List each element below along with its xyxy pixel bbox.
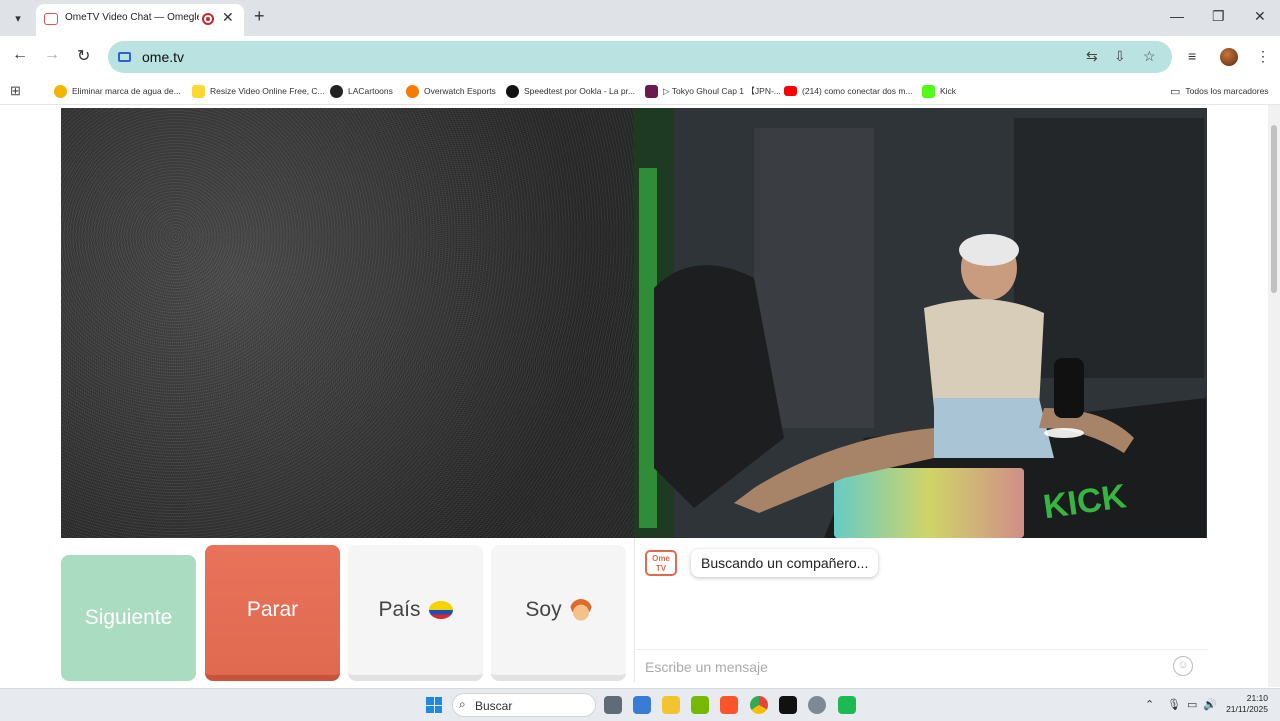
bookmark-item[interactable]: ▷ Tokyo Ghoul Cap 1 【JPN-... bbox=[645, 83, 781, 99]
microphone-icon[interactable]: 🎙 bbox=[1167, 698, 1181, 711]
bookmark-item[interactable]: Eliminar marca de agua de... bbox=[54, 83, 181, 99]
profile-avatar[interactable] bbox=[1220, 48, 1238, 66]
url-text[interactable]: ome.tv bbox=[142, 49, 184, 65]
local-video-static bbox=[61, 108, 634, 538]
status-message: Buscando un compañero... bbox=[691, 549, 879, 577]
bookmark-star-icon[interactable]: ☆ bbox=[1143, 48, 1156, 65]
new-tab-button[interactable]: + bbox=[254, 6, 265, 27]
bookmark-favicon-icon bbox=[645, 84, 658, 98]
maximize-button[interactable]: ❐ bbox=[1212, 8, 1225, 25]
page-scrollbar[interactable] bbox=[1268, 105, 1280, 687]
boy-emoji-icon bbox=[569, 599, 592, 621]
bookmark-favicon-icon bbox=[506, 84, 519, 98]
network-icon[interactable]: ▭ bbox=[1187, 698, 1197, 711]
volume-icon[interactable]: 🔊 bbox=[1203, 698, 1217, 711]
clock-date: 21/11/2025 bbox=[1226, 704, 1268, 714]
settings-icon[interactable] bbox=[808, 696, 826, 714]
ometv-page: KICK Siguiente Parar País Soy Ome TV Bus… bbox=[0, 105, 1268, 687]
country-button[interactable]: País bbox=[348, 545, 483, 681]
clock-time: 21:10 bbox=[1246, 693, 1268, 703]
file-explorer-icon[interactable] bbox=[662, 696, 680, 714]
stop-button[interactable]: Parar bbox=[205, 545, 340, 681]
bookmark-item[interactable]: Speedtest por Ookla - La pr... bbox=[506, 83, 635, 99]
all-bookmarks-folder[interactable]: ▭ Todos los marcadores bbox=[1170, 83, 1269, 99]
brave-icon[interactable] bbox=[720, 696, 738, 714]
chat-panel: Ome TV Buscando un compañero... Escribe … bbox=[634, 538, 1208, 682]
forward-icon[interactable]: → bbox=[44, 46, 60, 64]
bookmark-favicon-icon bbox=[192, 84, 205, 98]
taskbar-search[interactable]: ⌕ Buscar bbox=[452, 693, 596, 717]
bookmark-item[interactable]: Kick bbox=[922, 83, 956, 99]
back-icon[interactable]: ← bbox=[12, 46, 28, 64]
chrome-icon[interactable] bbox=[750, 696, 768, 714]
app-icon[interactable] bbox=[838, 696, 856, 714]
message-input-area[interactable]: Escribe un mensaje ☺ bbox=[635, 649, 1208, 683]
emoji-icon[interactable]: ☺ bbox=[1173, 656, 1193, 676]
ecuador-flag-icon bbox=[428, 601, 453, 619]
bookmarks-bar: ⊞ Eliminar marca de agua de... Resize Vi… bbox=[0, 78, 1280, 105]
kick-icon bbox=[922, 84, 935, 98]
tab-close-icon[interactable]: ✕ bbox=[222, 9, 234, 26]
bookmark-favicon-icon bbox=[54, 84, 67, 98]
scrollbar-thumb[interactable] bbox=[1271, 125, 1277, 293]
browser-toolbar: ← → ↻ ome.tv ⇆ ⇩ ☆ ≡ ⋮ bbox=[0, 36, 1280, 78]
youtube-icon bbox=[784, 86, 797, 96]
nvidia-icon[interactable] bbox=[691, 696, 709, 714]
partner-video: KICK bbox=[634, 108, 1207, 538]
address-bar[interactable]: ome.tv ⇆ ⇩ ☆ bbox=[108, 41, 1172, 73]
tab-strip: ▾ OmeTV Video Chat — Omegle Rand ✕ + — ❐… bbox=[0, 0, 1280, 36]
reload-icon[interactable]: ↻ bbox=[77, 46, 90, 66]
bookmark-item[interactable]: Overwatch Esports bbox=[406, 83, 496, 99]
task-view-icon[interactable] bbox=[604, 696, 622, 714]
more-menu-icon[interactable]: ⋮ bbox=[1256, 48, 1270, 65]
taskbar-search-label: Buscar bbox=[475, 699, 513, 713]
tiktok-icon[interactable] bbox=[779, 696, 797, 714]
folder-icon: ▭ bbox=[1170, 85, 1181, 98]
search-icon: ⌕ bbox=[459, 697, 466, 711]
camera-site-icon[interactable] bbox=[118, 52, 131, 62]
next-button[interactable]: Siguiente bbox=[61, 555, 196, 681]
apps-grid-icon[interactable]: ⊞ bbox=[10, 83, 21, 99]
store-icon[interactable] bbox=[633, 696, 651, 714]
bookmark-item[interactable]: (214) como conectar dos m... bbox=[784, 83, 913, 99]
windows-taskbar: ⌕ Buscar ⌃ 🎙 ▭ 🔊 21:10 21/11/2025 bbox=[0, 688, 1280, 721]
browser-tab[interactable]: OmeTV Video Chat — Omegle Rand ✕ bbox=[36, 4, 244, 36]
tray-chevron-icon[interactable]: ⌃ bbox=[1145, 698, 1154, 711]
windows-start-icon[interactable] bbox=[426, 697, 442, 713]
close-window-button[interactable]: ✕ bbox=[1254, 8, 1266, 25]
taskbar-clock[interactable]: 21:10 21/11/2025 bbox=[1222, 693, 1268, 715]
recording-indicator-icon bbox=[202, 13, 214, 25]
bookmark-favicon-icon bbox=[330, 84, 343, 98]
message-input[interactable]: Escribe un mensaje bbox=[645, 659, 768, 675]
partner-video-frame: KICK bbox=[634, 108, 1207, 538]
media-controls-icon[interactable]: ≡ bbox=[1188, 48, 1196, 64]
tab-search-chevron-icon[interactable]: ▾ bbox=[6, 6, 30, 30]
bookmark-item[interactable]: Resize Video Online Free, C... bbox=[192, 83, 325, 99]
bookmark-item[interactable]: LACartoons bbox=[330, 83, 393, 99]
ometv-favicon-icon bbox=[44, 13, 58, 25]
minimize-button[interactable]: — bbox=[1170, 8, 1184, 24]
gender-button[interactable]: Soy bbox=[491, 545, 626, 681]
install-app-icon[interactable]: ⇩ bbox=[1114, 48, 1126, 65]
bookmark-favicon-icon bbox=[406, 84, 419, 98]
tab-title: OmeTV Video Chat — Omegle Rand bbox=[65, 12, 199, 23]
ometv-logo: Ome TV bbox=[645, 550, 677, 576]
translate-icon[interactable]: ⇆ bbox=[1086, 48, 1098, 65]
